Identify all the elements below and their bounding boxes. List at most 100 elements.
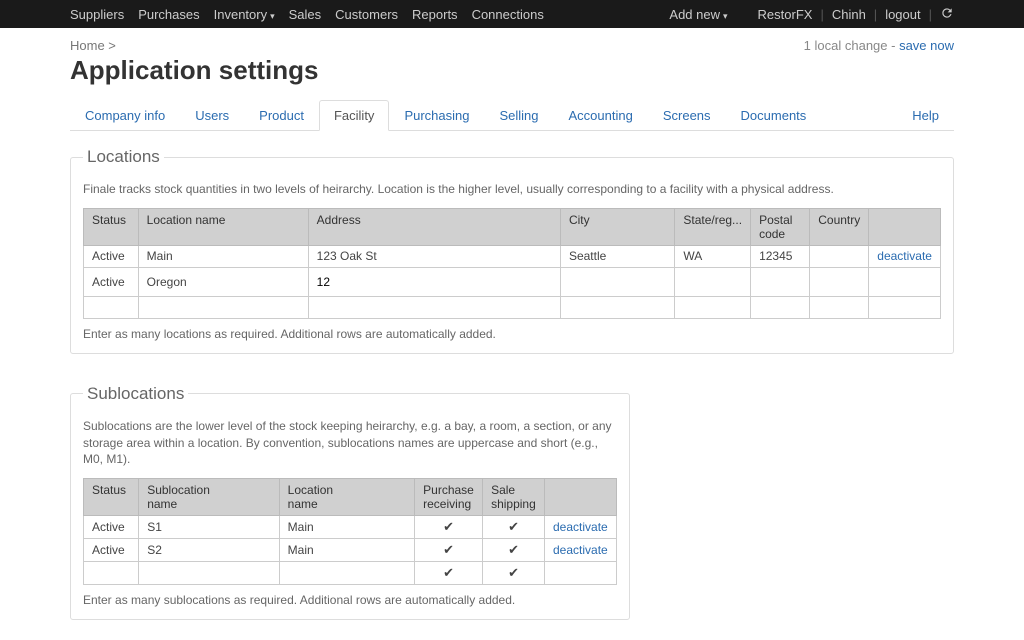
cell-recv[interactable]: ✔	[415, 562, 483, 585]
col-sublocation-name: Sublocation name	[139, 479, 279, 516]
tab-company-info[interactable]: Company info	[70, 100, 180, 131]
company-label[interactable]: RestorFX	[758, 7, 813, 22]
user-label[interactable]: Chinh	[832, 7, 866, 22]
tab-product[interactable]: Product	[244, 100, 319, 131]
col-location-name: Location name	[279, 479, 414, 516]
cell-status[interactable]: Active	[84, 516, 139, 539]
logout-link[interactable]: logout	[885, 7, 920, 22]
chevron-down-icon: ▾	[723, 11, 728, 21]
col-action	[545, 479, 617, 516]
cell-country[interactable]	[810, 267, 869, 296]
cell-postal[interactable]: 12345	[751, 245, 810, 267]
cell-status[interactable]: Active	[84, 539, 139, 562]
col-status: Status	[84, 208, 139, 245]
deactivate-link[interactable]: deactivate	[553, 543, 608, 557]
breadcrumb-row: Home > 1 local change - save now	[70, 38, 954, 53]
content: Home > 1 local change - save now Applica…	[0, 28, 1024, 640]
col-sale-shipping: Sale shipping	[483, 479, 545, 516]
cell-city[interactable]	[560, 267, 674, 296]
cell-location-name[interactable]: Main	[138, 245, 308, 267]
table-row: ✔ ✔	[84, 562, 617, 585]
cell-city[interactable]: Seattle	[560, 245, 674, 267]
cell-location-name[interactable]: Main	[279, 539, 414, 562]
cell-action	[869, 267, 941, 296]
cell-address[interactable]: 123 Oak St	[308, 245, 560, 267]
col-status: Status	[84, 479, 139, 516]
table-row: Active S2 Main ✔ ✔ deactivate	[84, 539, 617, 562]
cell-ship[interactable]: ✔	[483, 562, 545, 585]
col-location-name: Location name	[138, 208, 308, 245]
nav-connections[interactable]: Connections	[472, 7, 544, 22]
sublocations-table: Status Sublocation name Location name Pu…	[83, 478, 617, 585]
page-title: Application settings	[70, 55, 954, 86]
cell-location-name[interactable]: Oregon	[138, 267, 308, 296]
col-city: City	[560, 208, 674, 245]
sublocations-foot: Enter as many sublocations as required. …	[83, 593, 617, 607]
tab-screens[interactable]: Screens	[648, 100, 726, 131]
locations-legend: Locations	[83, 147, 164, 167]
table-row	[84, 296, 941, 318]
cell-status[interactable]: Active	[84, 245, 139, 267]
col-action	[869, 208, 941, 245]
table-header-row: Status Location name Address City State/…	[84, 208, 941, 245]
locations-table: Status Location name Address City State/…	[83, 208, 941, 319]
cell-recv[interactable]: ✔	[415, 516, 483, 539]
tab-users[interactable]: Users	[180, 100, 244, 131]
sublocations-legend: Sublocations	[83, 384, 188, 404]
cell-location-name[interactable]: Main	[279, 516, 414, 539]
col-postal: Postal code	[751, 208, 810, 245]
topbar-right: Add new▾ RestorFX | Chinh | logout |	[669, 6, 954, 23]
deactivate-link[interactable]: deactivate	[553, 520, 608, 534]
tab-help[interactable]: Help	[897, 100, 954, 131]
col-address: Address	[308, 208, 560, 245]
nav-inventory[interactable]: Inventory▾	[214, 7, 275, 22]
col-country: Country	[810, 208, 869, 245]
cell-state[interactable]	[675, 267, 751, 296]
sublocations-description: Sublocations are the lower level of the …	[83, 418, 617, 468]
topbar: Suppliers Purchases Inventory▾ Sales Cus…	[0, 0, 1024, 28]
tab-documents[interactable]: Documents	[726, 100, 822, 131]
table-row: Active Oregon	[84, 267, 941, 296]
tab-accounting[interactable]: Accounting	[554, 100, 648, 131]
separator: |	[929, 7, 932, 22]
table-row: Active Main 123 Oak St Seattle WA 12345 …	[84, 245, 941, 267]
cell-ship[interactable]: ✔	[483, 539, 545, 562]
table-row: Active S1 Main ✔ ✔ deactivate	[84, 516, 617, 539]
refresh-icon[interactable]	[940, 6, 954, 23]
locations-panel: Locations Finale tracks stock quantities…	[70, 147, 954, 354]
cell-status[interactable]: Active	[84, 267, 139, 296]
nav-purchases[interactable]: Purchases	[138, 7, 199, 22]
address-input[interactable]	[317, 271, 552, 293]
col-state: State/reg...	[675, 208, 751, 245]
cell-recv[interactable]: ✔	[415, 539, 483, 562]
nav-sales[interactable]: Sales	[289, 7, 322, 22]
deactivate-link[interactable]: deactivate	[877, 249, 932, 263]
cell-state[interactable]: WA	[675, 245, 751, 267]
separator: |	[874, 7, 877, 22]
sublocations-panel: Sublocations Sublocations are the lower …	[70, 384, 630, 620]
cell-country[interactable]	[810, 245, 869, 267]
local-change-status: 1 local change - save now	[804, 38, 954, 53]
locations-foot: Enter as many locations as required. Add…	[83, 327, 941, 341]
tab-purchasing[interactable]: Purchasing	[389, 100, 484, 131]
col-purchase-receiving: Purchase receiving	[415, 479, 483, 516]
tab-selling[interactable]: Selling	[484, 100, 553, 131]
cell-postal[interactable]	[751, 267, 810, 296]
locations-description: Finale tracks stock quantities in two le…	[83, 181, 941, 198]
nav-suppliers[interactable]: Suppliers	[70, 7, 124, 22]
cell-sublocation-name[interactable]: S1	[139, 516, 279, 539]
add-new-menu[interactable]: Add new▾	[669, 7, 727, 22]
nav-customers[interactable]: Customers	[335, 7, 398, 22]
chevron-down-icon: ▾	[270, 11, 275, 21]
cell-ship[interactable]: ✔	[483, 516, 545, 539]
cell-address-editing[interactable]	[308, 267, 560, 296]
nav-reports[interactable]: Reports	[412, 7, 458, 22]
separator: |	[820, 7, 823, 22]
tab-facility[interactable]: Facility	[319, 100, 389, 131]
save-now-link[interactable]: save now	[899, 38, 954, 53]
table-header-row: Status Sublocation name Location name Pu…	[84, 479, 617, 516]
breadcrumb[interactable]: Home >	[70, 38, 116, 53]
cell-sublocation-name[interactable]: S2	[139, 539, 279, 562]
topbar-left: Suppliers Purchases Inventory▾ Sales Cus…	[70, 7, 544, 22]
tabs: Company info Users Product Facility Purc…	[70, 100, 954, 131]
